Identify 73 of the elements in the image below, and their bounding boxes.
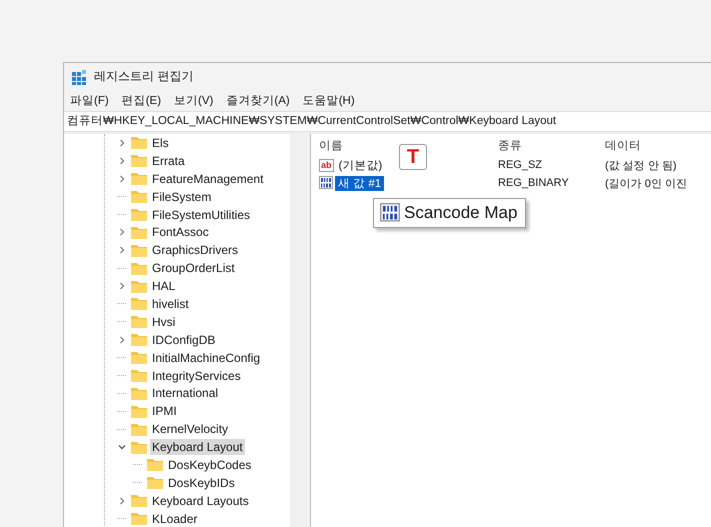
tree-item[interactable]: KernelVelocity — [150, 421, 230, 438]
chevron-right-icon[interactable] — [117, 334, 127, 345]
tree-item[interactable]: Els — [150, 134, 171, 151]
menu-item[interactable]: 보기(V) — [174, 93, 214, 108]
folder-icon — [130, 278, 148, 294]
folder-icon — [130, 314, 148, 330]
folder-icon — [130, 224, 148, 240]
tree-item[interactable]: FontAssoc — [150, 224, 211, 240]
tree-item[interactable]: KLoader — [150, 510, 200, 527]
value-name[interactable]: (기본값) — [336, 158, 386, 172]
value-type: REG_SZ — [497, 159, 544, 171]
tree-item[interactable]: HAL — [150, 278, 178, 294]
menu-item[interactable]: 즐겨찾기(A) — [226, 93, 290, 108]
typing-callout: T — [399, 144, 427, 170]
value-name[interactable]: 새 값 #1 — [335, 176, 384, 190]
chevron-right-icon[interactable] — [117, 496, 127, 506]
folder-icon — [130, 135, 148, 150]
menu-item[interactable]: 편집(E) — [122, 93, 162, 108]
folder-icon — [130, 493, 148, 508]
menu-item[interactable]: 도움말(H) — [302, 93, 355, 108]
folder-icon — [130, 296, 148, 312]
folder-icon — [130, 422, 148, 437]
cubes-icon — [71, 68, 87, 84]
folder-icon — [130, 386, 148, 401]
binary-value-icon — [319, 176, 333, 190]
chevron-right-icon[interactable] — [117, 281, 127, 292]
binary-value-icon — [380, 203, 400, 223]
tree-item[interactable]: Keyboard Layout — [150, 439, 245, 456]
chevron-right-icon[interactable] — [117, 156, 127, 166]
tree-item[interactable]: DosKeybCodes — [166, 456, 254, 473]
column-header[interactable]: 종류 — [486, 138, 601, 152]
tree-item[interactable]: DosKeybIDs — [166, 474, 237, 491]
folder-icon — [130, 189, 148, 204]
tree-item[interactable]: Keyboard Layouts — [150, 492, 251, 509]
folder-icon — [130, 404, 148, 419]
tree-item[interactable]: InitialMachineConfig — [150, 350, 262, 366]
folder-icon — [130, 332, 148, 348]
chevron-right-icon[interactable] — [117, 227, 127, 238]
folder-icon — [130, 242, 148, 258]
string-value-icon: ab — [319, 158, 334, 172]
tree-item[interactable]: GraphicsDrivers — [150, 242, 240, 258]
tree-item[interactable]: IDConfigDB — [150, 332, 218, 348]
tree-item[interactable]: hivelist — [150, 296, 191, 312]
folder-icon — [130, 207, 148, 222]
folder-icon — [130, 350, 148, 366]
window-title: 레지스트리 편집기 — [94, 68, 194, 85]
tree-item[interactable]: IntegrityServices — [150, 368, 243, 384]
folder-icon — [130, 511, 148, 526]
folder-icon — [130, 171, 148, 186]
callout-text: Scancode Map — [404, 203, 518, 223]
tree-item[interactable]: FileSystemUtilities — [150, 206, 252, 222]
folder-icon — [146, 475, 164, 490]
folder-icon — [130, 368, 148, 384]
column-header[interactable]: 데이터 — [601, 138, 711, 152]
tree-item[interactable]: GroupOrderList — [150, 260, 237, 276]
value-type: REG_BINARY — [497, 177, 570, 189]
chevron-right-icon[interactable] — [117, 138, 127, 148]
folder-icon — [146, 457, 164, 472]
tree-item[interactable]: FeatureManagement — [150, 170, 266, 187]
tree-item[interactable]: FileSystem — [150, 188, 214, 205]
address-field[interactable]: 컴퓨터₩HKEY_LOCAL_MACHINE₩SYSTEM₩CurrentControlSet₩Control₩Keyboard Layout — [64, 111, 711, 132]
value-data: (길이가 0인 이진 — [604, 176, 688, 190]
chevron-right-icon[interactable] — [117, 174, 127, 184]
folder-icon — [130, 153, 148, 168]
chevron-right-icon[interactable] — [117, 245, 127, 256]
tree-item[interactable]: Hvsi — [150, 314, 178, 330]
folder-icon — [130, 440, 148, 455]
tree-item[interactable]: Errata — [150, 152, 187, 169]
tree-item[interactable]: IPMI — [150, 403, 179, 420]
menu-item[interactable]: 파일(F) — [70, 93, 109, 108]
tree-item[interactable]: International — [150, 385, 220, 402]
folder-icon — [130, 260, 148, 276]
value-data: (값 설정 안 됨) — [604, 158, 678, 172]
